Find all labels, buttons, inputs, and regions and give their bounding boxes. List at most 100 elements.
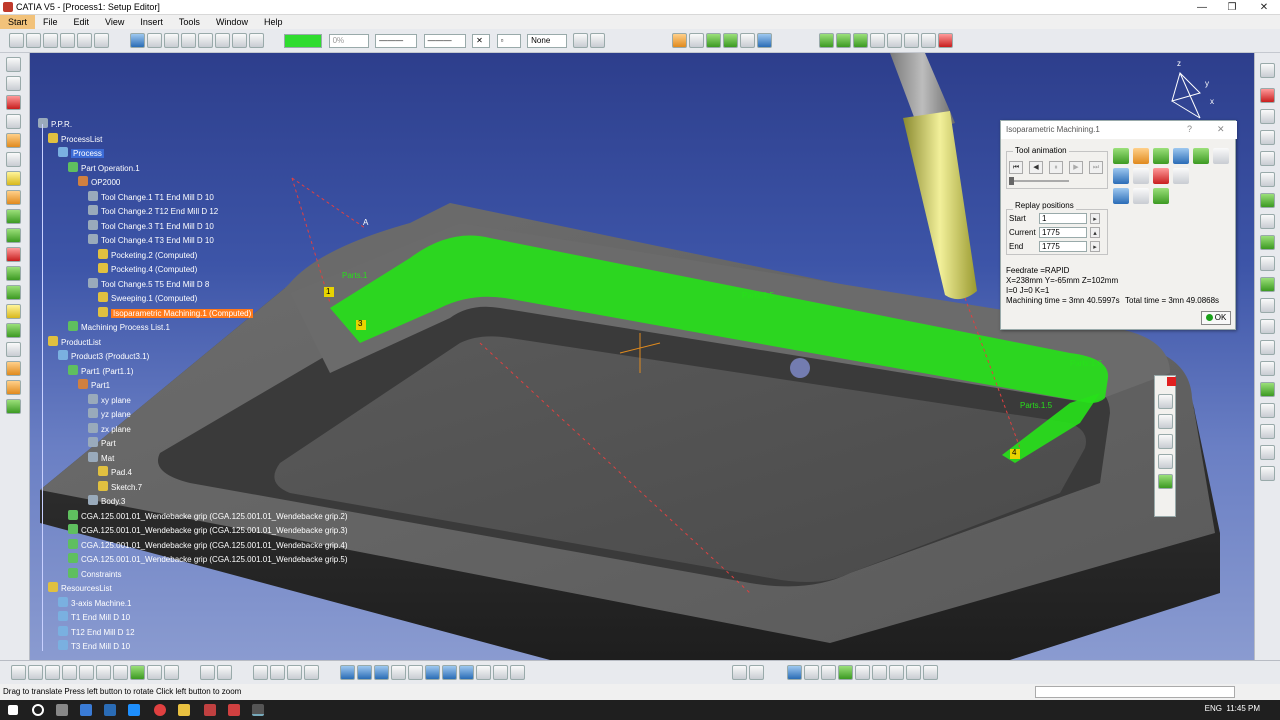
tool-icon[interactable] — [1260, 235, 1275, 250]
tool-icon[interactable] — [6, 171, 21, 186]
tool-icon[interactable] — [198, 33, 214, 48]
tree-node[interactable]: Sweeping.1 (Computed) — [98, 292, 197, 305]
tool-icon[interactable] — [147, 665, 162, 680]
tree-node[interactable]: Tool Change.5 T5 End Mill D 8 — [88, 277, 209, 291]
tool-icon[interactable] — [1260, 172, 1275, 187]
tool-icon[interactable] — [304, 665, 320, 680]
tool-icon[interactable] — [6, 304, 21, 319]
tool-icon[interactable] — [249, 33, 265, 48]
tool-icon[interactable] — [232, 33, 248, 48]
floating-close-icon[interactable] — [1167, 377, 1176, 386]
tool-icon[interactable] — [1260, 382, 1275, 397]
tool-icon[interactable] — [1260, 256, 1275, 271]
tool-icon[interactable] — [889, 665, 905, 680]
tool-icon[interactable] — [739, 33, 755, 48]
tool-icon[interactable] — [62, 665, 77, 680]
explorer-icon[interactable] — [128, 704, 140, 716]
menu-view[interactable]: View — [97, 15, 132, 29]
tool-icon[interactable] — [6, 228, 21, 243]
tree-node[interactable]: Part1 — [78, 379, 110, 392]
tool-icon[interactable] — [1158, 394, 1173, 409]
tree-node[interactable]: Pad.4 — [98, 466, 132, 479]
tool-icon[interactable] — [821, 665, 837, 680]
layer-select[interactable]: None — [527, 34, 568, 48]
tree-node[interactable]: CGA.125.001.01_Wendebacke grip (CGA.125.… — [68, 509, 348, 523]
tool-icon[interactable] — [6, 57, 21, 72]
tool-icon[interactable] — [855, 665, 871, 680]
tool-icon[interactable] — [1158, 474, 1173, 489]
tool-icon[interactable] — [1260, 361, 1275, 376]
tool-icon[interactable] — [1260, 151, 1275, 166]
tool-icon[interactable] — [1260, 466, 1275, 481]
tree-node[interactable]: Process — [58, 147, 104, 160]
tree-node[interactable]: T1 End Mill D 10 — [58, 611, 130, 624]
tool-icon[interactable] — [804, 665, 820, 680]
tool-icon[interactable] — [287, 665, 303, 680]
tool-icon[interactable] — [835, 33, 851, 48]
tree-node[interactable]: T3 End Mill D 10 — [58, 640, 130, 653]
tool-icon[interactable] — [340, 665, 356, 680]
current-spin-button[interactable]: ▴ — [1090, 227, 1100, 238]
start-spin-button[interactable]: ▸ — [1090, 213, 1100, 224]
tree-node[interactable]: Sketch.7 — [98, 480, 142, 494]
display-option-icon[interactable] — [1113, 188, 1129, 204]
tool-icon[interactable] — [217, 665, 233, 680]
display-option-icon[interactable] — [1173, 148, 1189, 164]
tool-icon[interactable] — [9, 33, 24, 48]
menu-window[interactable]: Window — [208, 15, 256, 29]
tool-icon[interactable] — [1260, 193, 1275, 208]
tool-icon[interactable] — [425, 665, 441, 680]
menu-insert[interactable]: Insert — [132, 15, 171, 29]
tool-icon[interactable] — [1260, 109, 1275, 124]
tool-icon[interactable] — [869, 33, 885, 48]
tool-icon[interactable] — [6, 380, 21, 395]
tool-icon[interactable] — [6, 152, 21, 167]
chrome-icon[interactable] — [154, 704, 166, 716]
tree-node[interactable]: ResourcesList — [48, 582, 112, 595]
tool-icon[interactable] — [1260, 130, 1275, 145]
tool-icon[interactable] — [164, 33, 180, 48]
tree-node[interactable]: Pocketing.4 (Computed) — [98, 263, 197, 276]
menu-edit[interactable]: Edit — [66, 15, 98, 29]
layer-number-select[interactable]: ▫ — [496, 34, 521, 48]
tool-icon[interactable] — [510, 665, 526, 680]
maximize-button[interactable]: ❐ — [1218, 0, 1246, 15]
close-window-button[interactable]: ✕ — [1250, 0, 1278, 15]
tool-icon[interactable] — [270, 665, 286, 680]
tree-node[interactable]: Tool Change.2 T12 End Mill D 12 — [88, 205, 218, 218]
tool-icon[interactable] — [1260, 63, 1275, 78]
tree-node[interactable]: 3-axis Machine.1 — [58, 596, 131, 610]
menu-tools[interactable]: Tools — [171, 15, 208, 29]
ok-button[interactable]: OK — [1201, 311, 1231, 325]
lineweight-select[interactable]: ——— — [423, 34, 466, 48]
menu-help[interactable]: Help — [256, 15, 291, 29]
tree-node[interactable]: Mat — [88, 451, 114, 465]
tree-node[interactable]: Tool Change.1 T1 End Mill D 10 — [88, 190, 214, 204]
tool-icon[interactable] — [6, 190, 21, 205]
tree-node[interactable]: Part Operation.1 — [68, 161, 140, 175]
tool-icon[interactable] — [493, 665, 509, 680]
tool-icon[interactable] — [253, 665, 269, 680]
tool-icon[interactable] — [1260, 214, 1275, 229]
tool-icon[interactable] — [886, 33, 902, 48]
fast-forward-icon[interactable]: ⏭ — [1089, 161, 1103, 174]
tool-icon[interactable] — [94, 33, 109, 48]
tool-icon[interactable] — [1260, 319, 1275, 334]
tool-icon[interactable] — [181, 33, 197, 48]
folder-icon[interactable] — [178, 704, 190, 716]
tree-node[interactable]: P.P.R. — [38, 118, 72, 131]
transparency-select[interactable]: 0% — [328, 34, 369, 48]
tool-icon[interactable] — [6, 209, 21, 224]
tool-icon[interactable] — [6, 76, 21, 91]
tool-icon[interactable] — [130, 33, 146, 48]
catia-taskbar-icon[interactable] — [228, 704, 240, 716]
tool-icon[interactable] — [43, 33, 58, 48]
tree-node[interactable]: CGA.125.001.01_Wendebacke grip (CGA.125.… — [68, 538, 348, 552]
tree-node[interactable]: zx plane — [88, 422, 131, 436]
tree-node[interactable]: Constraints — [68, 567, 121, 581]
tool-icon[interactable] — [1260, 403, 1275, 418]
tree-node[interactable]: T12 End Mill D 12 — [58, 625, 135, 639]
minimize-button[interactable]: — — [1188, 0, 1216, 15]
tool-icon[interactable] — [77, 33, 92, 48]
tool-icon[interactable] — [838, 665, 854, 680]
